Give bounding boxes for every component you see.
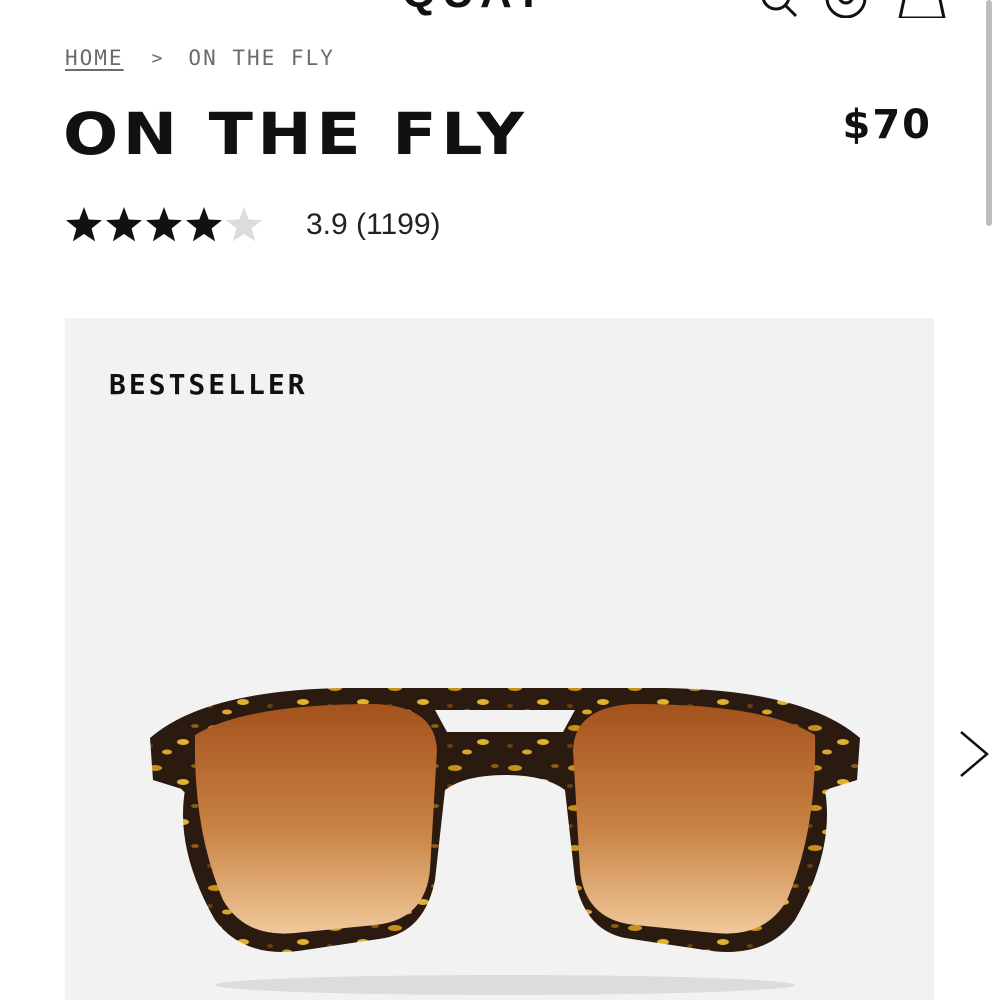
search-icon[interactable] [760,0,800,18]
site-logo[interactable]: QUAY [402,0,549,18]
scrollbar[interactable] [986,0,992,226]
star-empty-icon [225,207,263,242]
star-filled-icon [65,207,103,242]
rating-text: 3.9 (1199) [306,208,441,241]
sunglasses-image [150,688,860,995]
breadcrumb: HOME > ON THE FLY [65,46,335,70]
breadcrumb-separator: > [151,47,165,69]
star-filled-icon [105,207,143,242]
rating-stars [65,207,263,242]
star-filled-icon [185,207,223,242]
star-filled-icon [145,207,183,242]
breadcrumb-current: ON THE FLY [188,46,335,70]
product-rating[interactable]: 3.9 (1199) [64,203,441,247]
product-image-card[interactable]: BESTSELLER [65,318,934,1000]
chevron-right-icon[interactable] [955,728,991,785]
product-title: ON THE FLY [63,100,529,168]
bag-icon[interactable] [898,0,946,18]
bestseller-badge: BESTSELLER [109,368,308,401]
site-header: QUAY [0,0,1000,18]
breadcrumb-home-link[interactable]: HOME [65,46,124,70]
account-icon[interactable] [824,0,868,18]
product-price: $70 [842,102,932,148]
